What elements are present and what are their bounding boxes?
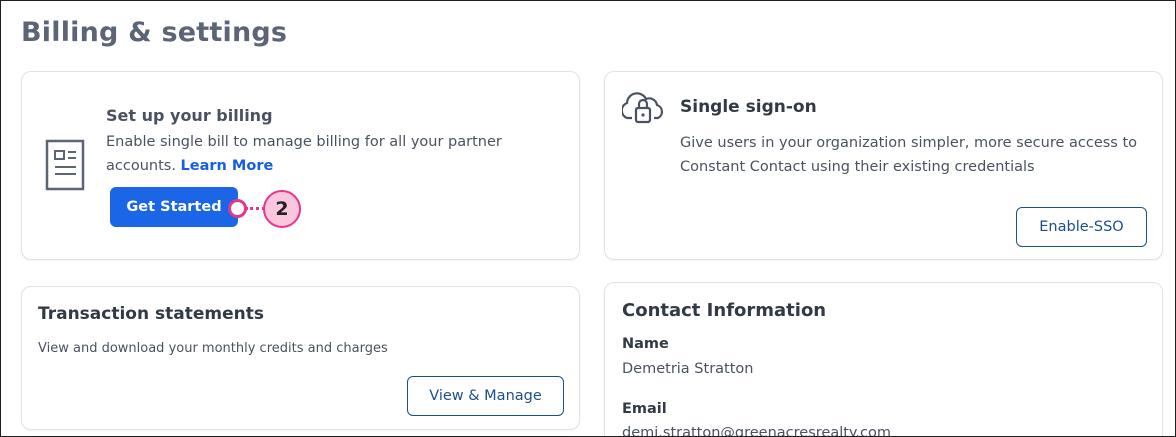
email-value: demi.stratton@greenacresrealty.com bbox=[622, 425, 892, 437]
transactions-title: Transaction statements bbox=[38, 304, 264, 324]
contact-title: Contact Information bbox=[622, 300, 827, 321]
email-label: Email bbox=[622, 401, 667, 417]
sso-card: Single sign-on Give users in your organi… bbox=[604, 71, 1163, 260]
name-value: Demetria Stratton bbox=[622, 361, 754, 377]
document-icon bbox=[45, 139, 85, 191]
billing-settings-page: Billing & settings Set up your billing E… bbox=[0, 0, 1176, 437]
transactions-description: View and download your monthly credits a… bbox=[38, 341, 388, 356]
callout-dot bbox=[228, 199, 247, 218]
callout-connector bbox=[245, 207, 265, 210]
cloud-lock-icon bbox=[622, 92, 664, 124]
billing-description: Enable single bill to manage billing for… bbox=[106, 130, 526, 178]
sso-title: Single sign-on bbox=[680, 97, 817, 117]
sso-description: Give users in your organization simpler,… bbox=[680, 135, 1138, 175]
callout-badge: 2 bbox=[263, 190, 301, 228]
learn-more-link[interactable]: Learn More bbox=[181, 158, 274, 174]
transactions-card: Transaction statements View and download… bbox=[21, 286, 580, 430]
view-manage-button[interactable]: View & Manage bbox=[407, 376, 564, 416]
billing-title: Set up your billing bbox=[106, 106, 273, 125]
contact-card: Contact Information Name Demetria Stratt… bbox=[604, 282, 1163, 437]
billing-description-text: Enable single bill to manage billing for… bbox=[106, 134, 502, 174]
get-started-button[interactable]: Get Started bbox=[110, 187, 238, 227]
name-label: Name bbox=[622, 336, 669, 352]
page-title: Billing & settings bbox=[21, 17, 288, 48]
billing-card: Set up your billing Enable single bill t… bbox=[21, 71, 580, 260]
enable-sso-button[interactable]: Enable-SSO bbox=[1016, 207, 1147, 247]
